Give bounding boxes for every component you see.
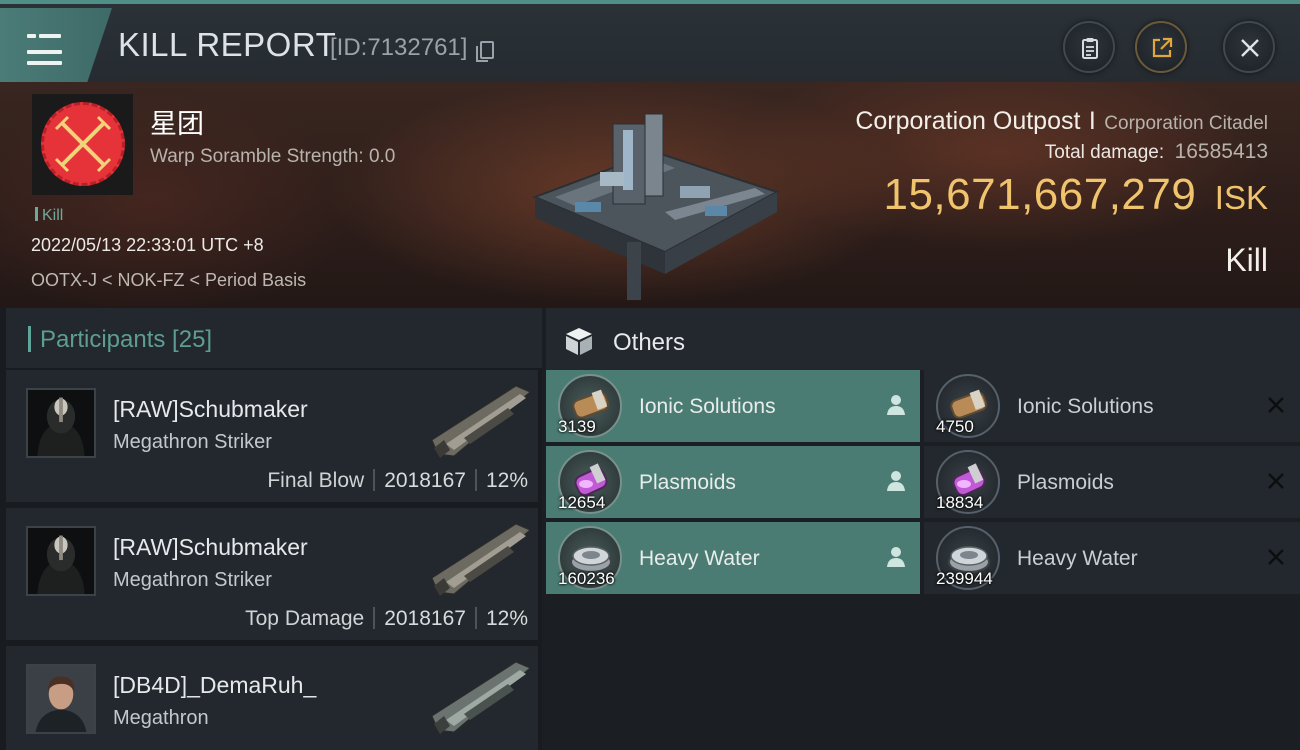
item-dropped[interactable]: 12654 Plasmoids: [546, 446, 920, 518]
person-icon: [887, 471, 905, 491]
pilot-portrait[interactable]: [26, 388, 96, 458]
participants-title: Participants [25]: [40, 326, 213, 353]
item-dropped[interactable]: 160236 Heavy Water: [546, 522, 920, 594]
total-damage-value: 16585413: [1174, 140, 1268, 163]
report-id: [ID:7132761]: [330, 34, 468, 61]
item-quantity: 3139: [558, 417, 596, 436]
pilot-portrait[interactable]: [26, 664, 96, 734]
participant-damage: 2018167: [384, 607, 466, 630]
page-title: KILL REPORT: [118, 26, 337, 63]
close-icon: [1268, 473, 1284, 489]
ship-name: Megathron Striker: [113, 431, 272, 453]
target-info: Corporation Outpost I Corporation Citade…: [855, 107, 1268, 136]
total-damage-label: Total damage:: [1044, 142, 1165, 163]
warp-scramble-strength: Warp Soramble Strength: 0.0: [150, 146, 396, 167]
participant-damage-percent: 12%: [485, 469, 528, 492]
item-name: Heavy Water: [639, 547, 760, 570]
item-name: Ionic Solutions: [639, 395, 776, 418]
victim-corporation-name[interactable]: 星团: [150, 102, 204, 141]
participant-role: Final Blow: [267, 469, 365, 492]
ship-name: Megathron Striker: [113, 569, 272, 591]
isk-value: 15,671,667,279: [883, 170, 1197, 219]
clipboard-button[interactable]: [1063, 21, 1115, 73]
participant-role: Top Damage: [245, 607, 365, 630]
item-name: Heavy Water: [1017, 547, 1138, 570]
copy-icon[interactable]: [476, 41, 494, 62]
pilot-name[interactable]: [RAW]Schubmaker: [113, 534, 308, 561]
kill-report-header: KILL REPORT [ID:7132761]: [0, 0, 1300, 82]
corporation-logo[interactable]: [32, 94, 133, 195]
item-destroyed[interactable]: 239944 Heavy Water: [924, 522, 1300, 594]
others-header: Others: [546, 308, 1300, 370]
target-separator: I: [1088, 107, 1096, 135]
share-button[interactable]: [1135, 21, 1187, 73]
others-panel: Others 3139 Ionic Solutions 4750 Ionic S…: [546, 308, 1300, 750]
others-title: Others: [613, 329, 686, 356]
menu-button[interactable]: [0, 8, 112, 82]
pilot-name[interactable]: [RAW]Schubmaker: [113, 396, 308, 423]
battleship-icon[interactable]: [424, 378, 536, 460]
kill-summary-banner: 星团 Warp Soramble Strength: 0.0 Kill 2022…: [0, 82, 1300, 308]
ship-name: Megathron: [113, 707, 209, 729]
isk-unit: ISK: [1214, 179, 1268, 216]
cube-icon: [566, 328, 592, 355]
close-icon: [1268, 549, 1284, 565]
pilot-name[interactable]: [DB4D]_DemaRuh_: [113, 672, 316, 699]
target-type: Corporation Citadel: [1104, 113, 1268, 134]
item-quantity: 4750: [936, 417, 974, 436]
total-damage: Total damage: 16585413: [1045, 140, 1268, 164]
participants-panel: Participants [25] [RAW]Schubmaker Megath…: [0, 308, 542, 750]
helmet-avatar-icon: [28, 390, 94, 456]
human-avatar-icon: [28, 666, 94, 732]
item-dropped[interactable]: 3139 Ionic Solutions: [546, 370, 920, 442]
participant-stats: Final Blow 2018167 12%: [267, 469, 528, 493]
clipboard-icon: [1082, 38, 1098, 59]
participant-stats: Top Damage 2018167 12%: [245, 607, 528, 631]
kill-location[interactable]: OOTX-J < NOK-FZ < Period Basis: [31, 270, 306, 291]
target-name: Corporation Outpost: [855, 107, 1081, 135]
participant-row[interactable]: [RAW]Schubmaker Megathron Striker Top Da…: [6, 508, 538, 640]
participant-damage-percent: 12%: [485, 607, 528, 630]
item-name: Plasmoids: [639, 471, 736, 494]
item-name: Ionic Solutions: [1017, 395, 1154, 418]
item-name: Plasmoids: [1017, 471, 1114, 494]
item-quantity: 18834: [936, 493, 984, 512]
person-icon: [887, 395, 905, 415]
close-button[interactable]: [1223, 21, 1275, 73]
hamburger-menu-icon: [27, 32, 62, 72]
structure-image: [532, 113, 780, 300]
helmet-avatar-icon: [28, 528, 94, 594]
crossed-swords-icon: [54, 115, 112, 173]
kill-result-label: Kill: [1225, 242, 1268, 278]
participant-row[interactable]: [DB4D]_DemaRuh_ Megathron: [6, 646, 538, 750]
person-icon: [887, 547, 905, 567]
kill-timestamp: 2022/05/13 22:33:01 UTC +8: [31, 235, 264, 255]
participant-row[interactable]: [RAW]Schubmaker Megathron Striker Final …: [6, 370, 538, 502]
participants-header: Participants [25]: [6, 308, 542, 368]
item-quantity: 12654: [558, 493, 606, 512]
participant-damage: 2018167: [384, 469, 466, 492]
battleship-icon[interactable]: [424, 516, 536, 598]
battleship-icon[interactable]: [424, 654, 536, 736]
kill-type-tag: Kill: [35, 207, 63, 225]
share-icon: [1152, 37, 1173, 58]
item-quantity: 239944: [936, 569, 993, 588]
close-icon: [1268, 397, 1284, 413]
item-destroyed[interactable]: 4750 Ionic Solutions: [924, 370, 1300, 442]
item-quantity: 160236: [558, 569, 615, 588]
close-icon: [1241, 39, 1259, 57]
pilot-portrait[interactable]: [26, 526, 96, 596]
isk-loss: 15,671,667,279 ISK: [883, 170, 1268, 220]
item-destroyed[interactable]: 18834 Plasmoids: [924, 446, 1300, 518]
